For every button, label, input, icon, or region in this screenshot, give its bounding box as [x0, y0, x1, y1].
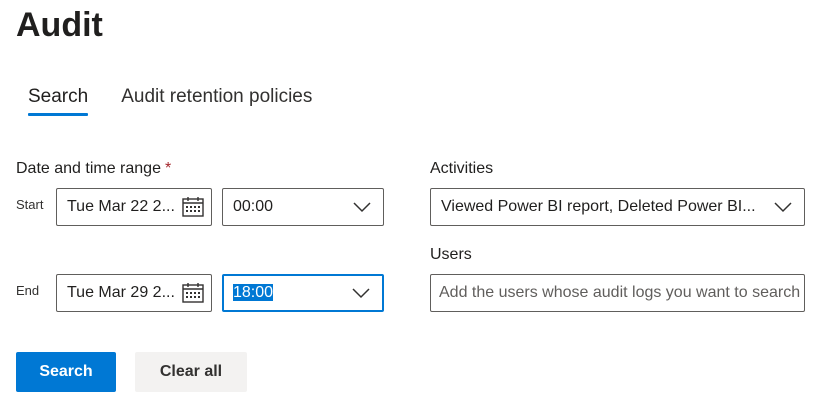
activities-value: Viewed Power BI report, Deleted Power BI…: [441, 198, 756, 215]
calendar-icon[interactable]: [181, 282, 205, 304]
audit-page: Audit Search Audit retention policies Da…: [0, 0, 825, 401]
calendar-icon[interactable]: [181, 196, 205, 218]
start-date-value: Tue Mar 22 2...: [67, 198, 175, 215]
end-date-value: Tue Mar 29 2...: [67, 284, 175, 301]
date-range-label-text: Date and time range: [16, 160, 161, 177]
chevron-down-icon: [774, 202, 792, 213]
page-title: Audit: [16, 6, 103, 44]
end-date-picker[interactable]: Tue Mar 29 2...: [56, 274, 212, 312]
required-marker: *: [164, 160, 172, 177]
users-input[interactable]: [439, 284, 804, 302]
tab-search[interactable]: Search: [28, 86, 89, 116]
activities-dropdown[interactable]: Viewed Power BI report, Deleted Power BI…: [430, 188, 805, 226]
start-time-dropdown[interactable]: 00:00: [222, 188, 384, 226]
end-time-selected-text: 18:00: [233, 284, 274, 301]
start-date-picker[interactable]: Tue Mar 22 2...: [56, 188, 212, 226]
chevron-down-icon: [352, 288, 370, 299]
tab-audit-retention-policies[interactable]: Audit retention policies: [121, 86, 312, 108]
date-range-label: Date and time range *: [16, 160, 171, 178]
chevron-down-icon: [353, 202, 371, 213]
end-time-dropdown[interactable]: 18:00: [222, 274, 384, 312]
clear-all-button[interactable]: Clear all: [135, 352, 247, 392]
search-button[interactable]: Search: [16, 352, 116, 392]
start-label: Start: [16, 197, 44, 212]
end-label: End: [16, 283, 40, 298]
start-time-value: 00:00: [233, 198, 274, 215]
users-field[interactable]: [430, 274, 805, 312]
users-label: Users: [430, 246, 472, 263]
end-time-value: 18:00: [233, 284, 352, 302]
tab-bar: Search Audit retention policies: [28, 86, 345, 116]
activities-label: Activities: [430, 160, 494, 177]
